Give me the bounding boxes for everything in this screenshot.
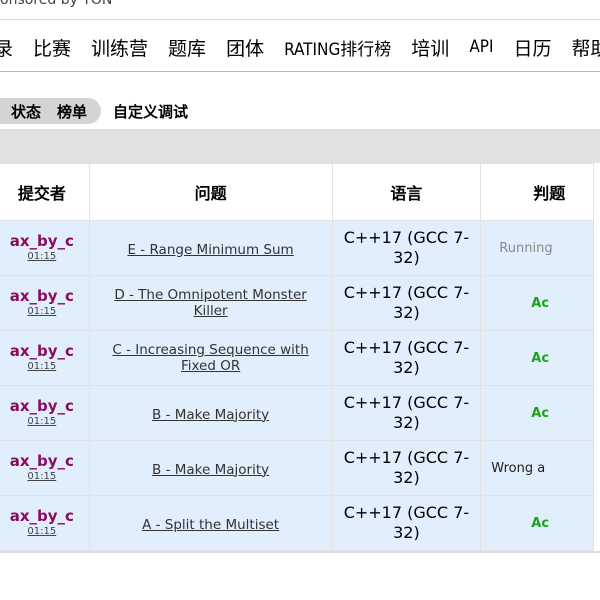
main-nav: 录 比赛 训练营 题库 团体 RATING排行榜 培训 API 日历 帮助: [0, 26, 600, 68]
header-verdict: 判题: [480, 163, 594, 221]
cell-language: C++17 (GCC 7-32): [331, 495, 482, 551]
submission-time-link[interactable]: 01:15: [0, 250, 89, 263]
table-bottom-divider: [0, 551, 600, 553]
cell-language: C++17 (GCC 7-32): [331, 275, 482, 331]
problem-link[interactable]: A - Split the Multiset: [136, 517, 285, 533]
cell-verdict: Ac: [480, 330, 594, 386]
submission-time-link[interactable]: 01:15: [0, 360, 89, 373]
nav-divider: [0, 71, 600, 72]
problem-link[interactable]: B - Make Majority: [146, 462, 275, 478]
problem-link[interactable]: C - Increasing Sequence with Fixed OR: [90, 342, 332, 374]
sub-tabs: 状态 榜单 自定义调试: [0, 97, 196, 125]
problem-link[interactable]: D - The Omnipotent Monster Killer: [90, 287, 332, 319]
language-text: C++17 (GCC 7-32): [343, 283, 470, 322]
header-language: 语言: [331, 163, 482, 221]
status-table: 提交者 问题 语言 判题 ax_by_c 01:15 E - Range Min…: [0, 163, 594, 551]
verdict-text: Ac: [531, 405, 550, 421]
cell-problem: B - Make Majority: [88, 385, 333, 441]
cell-who: ax_by_c 01:15: [0, 495, 90, 551]
sub-tab-group: 状态 榜单: [0, 98, 102, 124]
verdict-text: Wrong a: [491, 460, 546, 476]
nav-item-problemset[interactable]: 题库: [168, 34, 206, 61]
cell-language: C++17 (GCC 7-32): [331, 330, 482, 386]
cell-problem: A - Split the Multiset: [88, 495, 333, 551]
nav-item-edu[interactable]: 培训: [411, 34, 449, 61]
language-text: C++17 (GCC 7-32): [343, 448, 470, 487]
author-handle-link[interactable]: ax_by_c: [0, 508, 89, 525]
cell-verdict: Running: [480, 220, 594, 276]
cell-who: ax_by_c 01:15: [0, 330, 90, 386]
verdict-text: Running: [499, 240, 553, 256]
author-handle-link[interactable]: ax_by_c: [0, 398, 89, 415]
nav-item-calendar[interactable]: 日历: [514, 34, 552, 61]
tab-standings[interactable]: 榜单: [49, 101, 95, 122]
nav-item-gym[interactable]: 训练营: [91, 34, 148, 61]
submission-time-link[interactable]: 01:15: [0, 525, 89, 538]
nav-item-groups[interactable]: 团体: [226, 34, 264, 61]
language-text: C++17 (GCC 7-32): [343, 228, 470, 267]
submission-time-link[interactable]: 01:15: [0, 415, 89, 428]
cell-language: C++17 (GCC 7-32): [331, 220, 482, 276]
table-row: ax_by_c 01:15 B - Make Majority C++17 (G…: [0, 440, 594, 496]
cell-who: ax_by_c 01:15: [0, 385, 90, 441]
verdict-text: Ac: [531, 350, 550, 366]
cell-who: ax_by_c 01:15: [0, 275, 90, 331]
cell-language: C++17 (GCC 7-32): [331, 385, 482, 441]
table-row: ax_by_c 01:15 E - Range Minimum Sum C++1…: [0, 220, 594, 276]
cell-verdict: Ac: [480, 275, 594, 331]
sponsor-text: onsored by TON: [0, 0, 113, 8]
cell-language: C++17 (GCC 7-32): [331, 440, 482, 496]
verdict-text: Ac: [531, 515, 550, 531]
submission-time-link[interactable]: 01:15: [0, 305, 89, 318]
divider: [0, 19, 600, 20]
problem-link[interactable]: B - Make Majority: [146, 407, 275, 423]
cell-verdict: Ac: [480, 495, 594, 551]
table-row: ax_by_c 01:15 A - Split the Multiset C++…: [0, 495, 594, 551]
submission-time-link[interactable]: 01:15: [0, 470, 89, 483]
table-row: ax_by_c 01:15 D - The Omnipotent Monster…: [0, 275, 594, 331]
language-text: C++17 (GCC 7-32): [343, 393, 470, 432]
header-problem: 问题: [88, 163, 333, 221]
cell-verdict: Ac: [480, 385, 594, 441]
nav-item-rating[interactable]: RATING排行榜: [284, 35, 391, 60]
table-caption-bar: [0, 129, 600, 163]
table-header-row: 提交者 问题 语言 判题: [0, 163, 594, 221]
table-row: ax_by_c 01:15 B - Make Majority C++17 (G…: [0, 385, 594, 441]
cell-problem: E - Range Minimum Sum: [88, 220, 333, 276]
header-who: 提交者: [0, 163, 90, 221]
table-row: ax_by_c 01:15 C - Increasing Sequence wi…: [0, 330, 594, 386]
language-text: C++17 (GCC 7-32): [343, 503, 470, 542]
author-handle-link[interactable]: ax_by_c: [0, 288, 89, 305]
cell-problem: C - Increasing Sequence with Fixed OR: [88, 330, 333, 386]
language-text: C++17 (GCC 7-32): [343, 338, 470, 377]
cell-problem: D - The Omnipotent Monster Killer: [88, 275, 333, 331]
nav-item-0[interactable]: 录: [0, 34, 13, 61]
cell-who: ax_by_c 01:15: [0, 220, 90, 276]
author-handle-link[interactable]: ax_by_c: [0, 453, 89, 470]
cell-who: ax_by_c 01:15: [0, 440, 90, 496]
verdict-text: Ac: [531, 295, 550, 311]
problem-link[interactable]: E - Range Minimum Sum: [121, 242, 299, 258]
nav-item-contests[interactable]: 比赛: [33, 34, 71, 61]
author-handle-link[interactable]: ax_by_c: [0, 343, 89, 360]
cell-verdict: Wrong a: [480, 440, 594, 496]
author-handle-link[interactable]: ax_by_c: [0, 233, 89, 250]
tab-status[interactable]: 状态: [3, 101, 49, 122]
cell-problem: B - Make Majority: [88, 440, 333, 496]
nav-item-help[interactable]: 帮助: [572, 34, 600, 61]
tab-custom-invocation[interactable]: 自定义调试: [105, 101, 196, 122]
nav-item-api[interactable]: API: [469, 37, 493, 57]
